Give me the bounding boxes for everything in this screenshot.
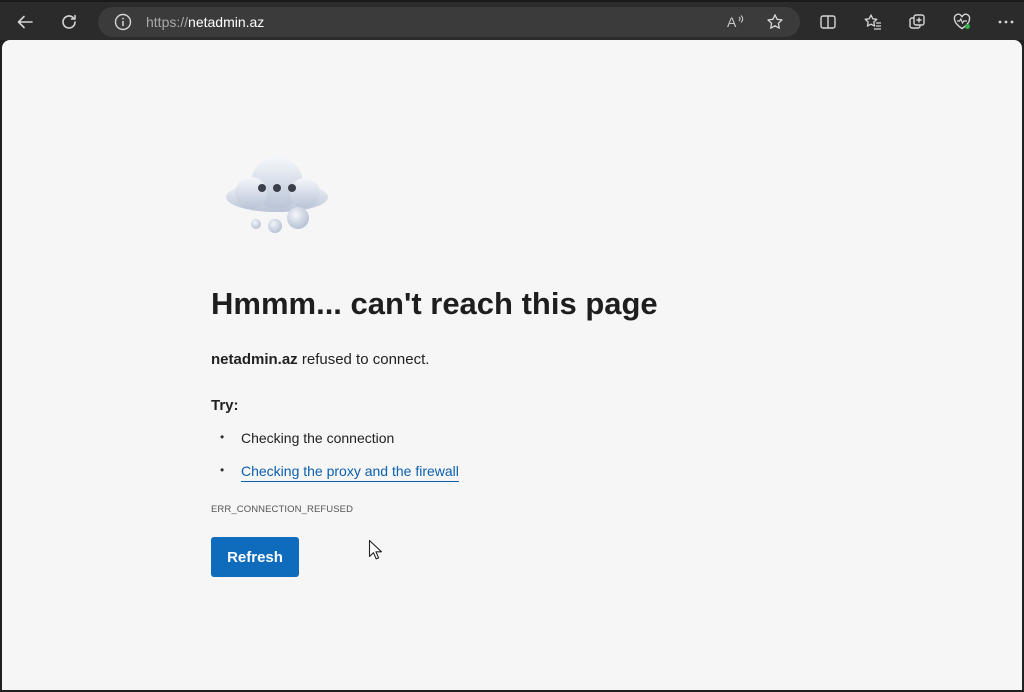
address-bar[interactable]: https://netadmin.az A (98, 7, 800, 37)
url-host: netadmin.az (188, 14, 265, 30)
page-content: Hmmm... can't reach this page netadmin.a… (2, 40, 1022, 690)
suggestion-check-connection: Checking the connection (241, 430, 395, 446)
favorites-button[interactable] (859, 8, 887, 36)
refused-text: refused to connect. (297, 351, 430, 368)
favorites-icon (864, 14, 881, 30)
browser-toolbar: https://netadmin.az A (0, 0, 1024, 40)
favorite-star-icon (767, 14, 783, 29)
refused-message: netadmin.az refused to connect. (211, 351, 429, 368)
suggestion-item: Checking the connection (220, 430, 459, 463)
suggestion-item: Checking the proxy and the firewall (220, 463, 459, 496)
more-button[interactable] (992, 8, 1020, 36)
more-icon (998, 20, 1014, 24)
proxy-firewall-link[interactable]: Checking the proxy and the firewall (241, 463, 459, 482)
split-screen-button[interactable] (814, 8, 842, 36)
add-favorite-button[interactable] (763, 10, 787, 34)
back-button[interactable] (11, 8, 39, 36)
split-screen-icon (820, 15, 836, 29)
info-icon[interactable] (114, 13, 132, 31)
refused-host: netadmin.az (211, 351, 298, 368)
read-aloud-button[interactable]: A (724, 10, 748, 34)
refresh-icon (62, 14, 76, 29)
url-text[interactable]: https://netadmin.az (146, 7, 264, 37)
reload-button[interactable] (55, 8, 83, 36)
read-aloud-glyph: A (727, 14, 737, 30)
error-code: ERR_CONNECTION_REFUSED (211, 504, 354, 515)
refresh-button[interactable]: Refresh (211, 537, 299, 577)
url-scheme: https:// (146, 14, 189, 30)
try-label: Try: (211, 397, 239, 414)
suggestions-list: Checking the connection Checking the pro… (220, 430, 459, 496)
mouse-cursor-icon (368, 539, 383, 560)
browser-essentials-icon (953, 13, 971, 30)
collections-icon (909, 14, 925, 29)
read-aloud-icon: A (727, 14, 744, 30)
browser-essentials-button[interactable] (948, 8, 976, 36)
back-icon (17, 15, 33, 29)
cloud-thinking-icon (226, 157, 328, 233)
page-title: Hmmm... can't reach this page (211, 286, 658, 321)
collections-button[interactable] (903, 8, 931, 36)
